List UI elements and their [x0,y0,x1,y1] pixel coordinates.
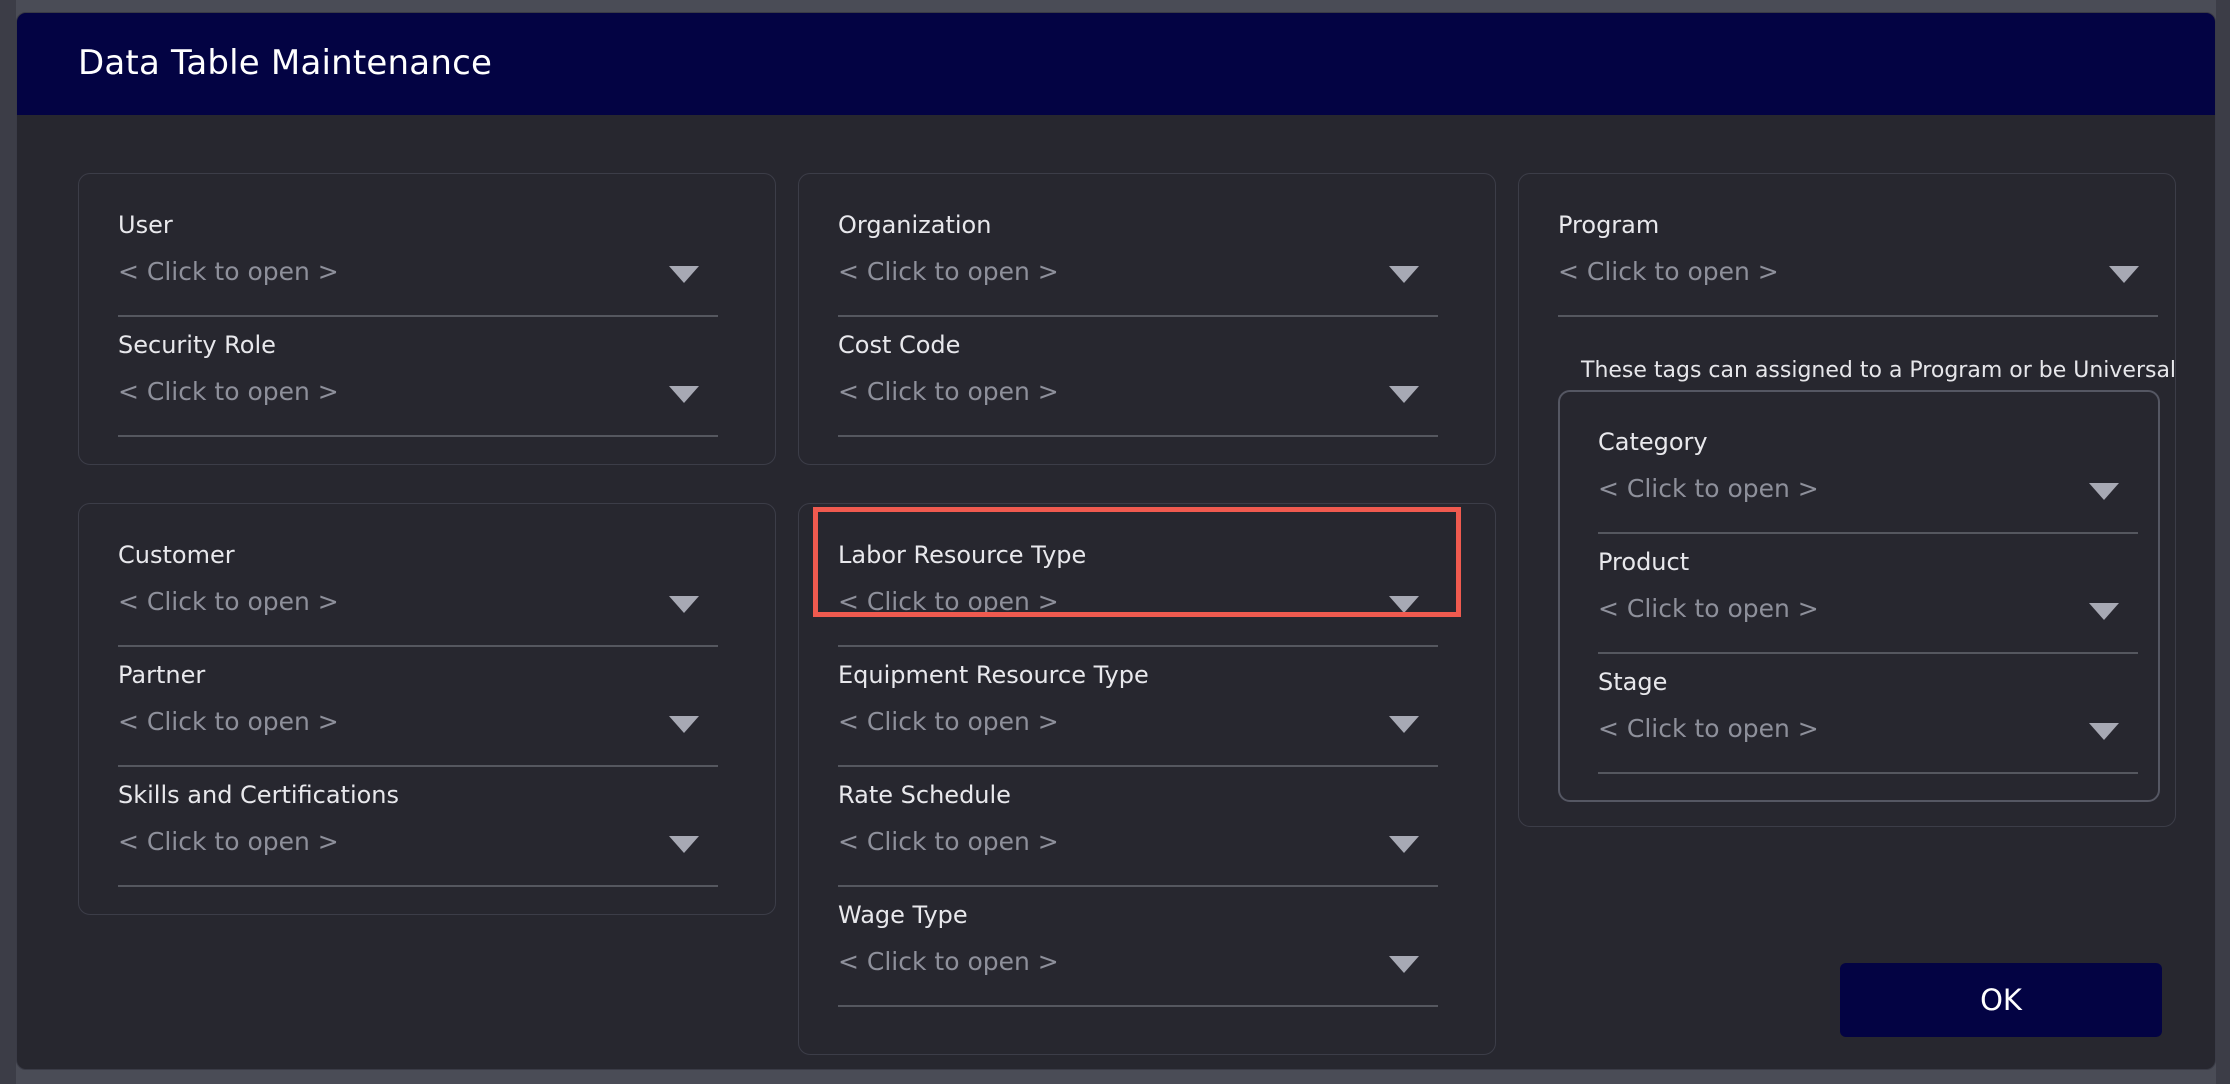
chevron-down-icon[interactable] [669,836,699,853]
background-left-edge [0,0,16,1084]
category-value: < Click to open > [1598,474,1819,503]
chevron-down-icon[interactable] [2089,483,2119,500]
partner-label: Partner [118,661,206,689]
security-role-value: < Click to open > [118,377,339,406]
product-label: Product [1598,548,1690,576]
partner-value: < Click to open > [118,707,339,736]
user-label: User [118,211,173,239]
chevron-down-icon[interactable] [669,266,699,283]
stage-value: < Click to open > [1598,714,1819,743]
skills-certifications-dropdown[interactable]: Skills and Certifications < Click to ope… [118,765,718,887]
security-role-dropdown[interactable]: Security Role < Click to open > [118,315,718,437]
cost-code-value: < Click to open > [838,377,1059,406]
category-label: Category [1598,428,1708,456]
chevron-down-icon[interactable] [2109,266,2139,283]
customer-value: < Click to open > [118,587,339,616]
stage-label: Stage [1598,668,1668,696]
equipment-resource-type-value: < Click to open > [838,707,1059,736]
background-right-edge [2216,0,2230,1084]
program-label: Program [1558,211,1660,239]
organization-value: < Click to open > [838,257,1059,286]
cost-code-label: Cost Code [838,331,961,359]
equipment-resource-type-label: Equipment Resource Type [838,661,1149,689]
rate-schedule-dropdown[interactable]: Rate Schedule < Click to open > [838,765,1438,887]
labor-resource-type-dropdown[interactable]: Labor Resource Type < Click to open > [838,525,1438,647]
labor-resource-type-label: Labor Resource Type [838,541,1087,569]
partner-dropdown[interactable]: Partner < Click to open > [118,645,718,767]
chevron-down-icon[interactable] [1389,836,1419,853]
program-dropdown[interactable]: Program < Click to open > [1558,195,2158,317]
organization-label: Organization [838,211,992,239]
stage-dropdown[interactable]: Stage < Click to open > [1598,652,2138,774]
ok-button[interactable]: OK [1840,963,2162,1037]
user-value: < Click to open > [118,257,339,286]
chevron-down-icon[interactable] [2089,603,2119,620]
rate-schedule-label: Rate Schedule [838,781,1011,809]
organization-dropdown[interactable]: Organization < Click to open > [838,195,1438,317]
tags-note: These tags can assigned to a Program or … [1581,358,2177,383]
equipment-resource-type-dropdown[interactable]: Equipment Resource Type < Click to open … [838,645,1438,767]
wage-type-value: < Click to open > [838,947,1059,976]
labor-resource-type-value: < Click to open > [838,587,1059,616]
customer-dropdown[interactable]: Customer < Click to open > [118,525,718,647]
chevron-down-icon[interactable] [669,596,699,613]
product-value: < Click to open > [1598,594,1819,623]
skills-certifications-label: Skills and Certifications [118,781,400,809]
chevron-down-icon[interactable] [1389,956,1419,973]
chevron-down-icon[interactable] [2089,723,2119,740]
chevron-down-icon[interactable] [1389,716,1419,733]
wage-type-dropdown[interactable]: Wage Type < Click to open > [838,885,1438,1007]
product-dropdown[interactable]: Product < Click to open > [1598,532,2138,654]
dialog-title: Data Table Maintenance [78,43,493,83]
wage-type-label: Wage Type [838,901,968,929]
chevron-down-icon[interactable] [1389,386,1419,403]
user-dropdown[interactable]: User < Click to open > [118,195,718,317]
chevron-down-icon[interactable] [1389,596,1419,613]
dialog-header: Data Table Maintenance [17,13,2215,115]
customer-label: Customer [118,541,235,569]
chevron-down-icon[interactable] [1389,266,1419,283]
security-role-label: Security Role [118,331,276,359]
category-dropdown[interactable]: Category < Click to open > [1598,412,2138,534]
rate-schedule-value: < Click to open > [838,827,1059,856]
chevron-down-icon[interactable] [669,716,699,733]
cost-code-dropdown[interactable]: Cost Code < Click to open > [838,315,1438,437]
skills-certifications-value: < Click to open > [118,827,339,856]
program-value: < Click to open > [1558,257,1779,286]
chevron-down-icon[interactable] [669,386,699,403]
data-table-maintenance-dialog: Data Table Maintenance User < Click to o… [16,12,2216,1070]
